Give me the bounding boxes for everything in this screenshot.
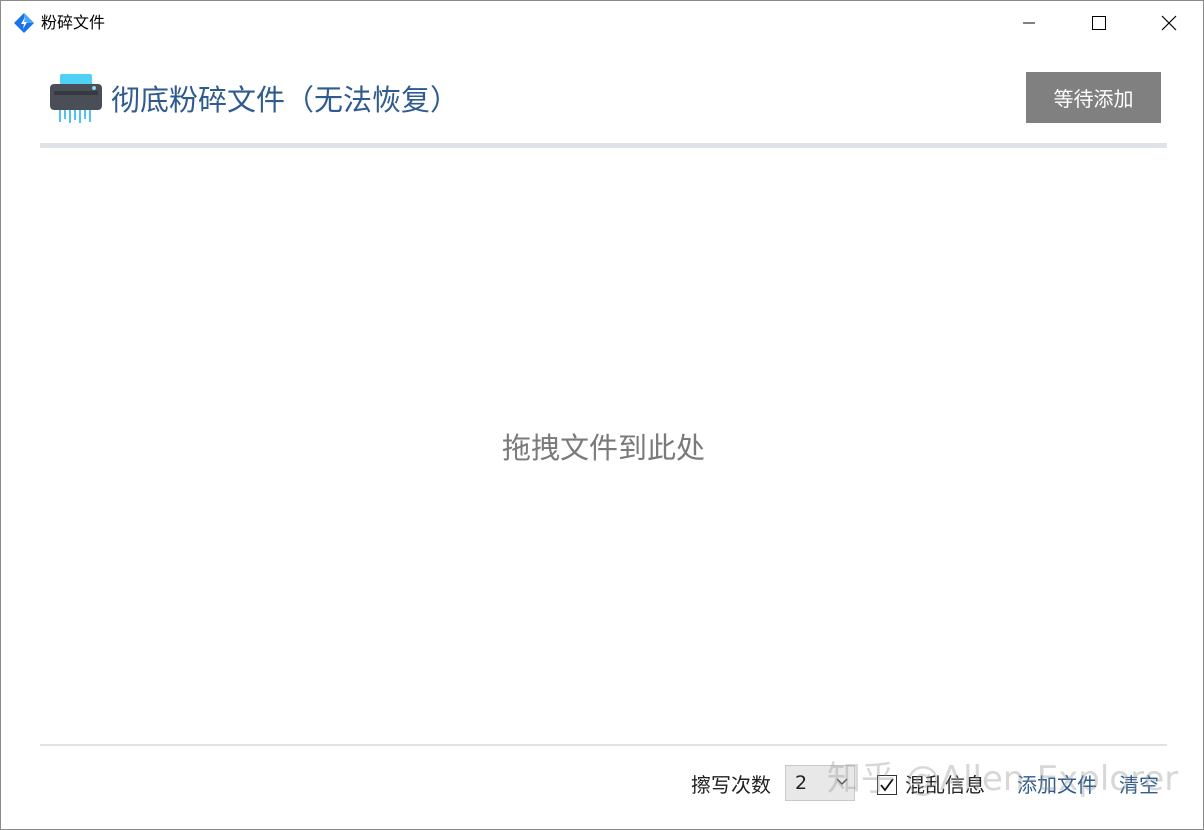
title-bar[interactable]: 粉碎文件 [1,1,1203,45]
overwrite-passes-value: 2 [795,772,808,794]
window-title: 粉碎文件 [41,13,106,32]
maximize-button[interactable] [1064,1,1134,45]
file-drop-zone[interactable]: 拖拽文件到此处 [40,148,1167,743]
chevron-down-icon [836,778,848,785]
scramble-label: 混乱信息 [905,773,985,797]
overwrite-passes-select[interactable]: 2 [785,765,855,801]
page-title: 彻底粉碎文件（无法恢复） [111,83,460,117]
shred-window: 粉碎文件 彻底粉碎文件（无法恢复） 等待添加 拖拽文件到此处 擦写次数 2 混乱… [0,0,1204,830]
close-button[interactable] [1134,1,1204,45]
clear-link[interactable]: 清空 [1119,771,1159,799]
add-file-link[interactable]: 添加文件 [1017,771,1097,799]
footer-divider [40,744,1167,746]
scramble-checkbox[interactable] [877,775,897,795]
overwrite-passes-label: 擦写次数 [691,773,771,797]
status-button[interactable]: 等待添加 [1026,72,1161,123]
checkmark-icon [880,778,894,792]
app-diamond-icon [14,13,34,33]
close-icon [1161,15,1177,31]
minimize-icon [1023,22,1035,24]
drop-hint: 拖拽文件到此处 [501,431,705,465]
footer-toolbar: 擦写次数 2 混乱信息 添加文件 清空 知乎 @Allen-Explorer [1,747,1203,829]
maximize-icon [1092,16,1106,30]
header: 彻底粉碎文件（无法恢复） 等待添加 [39,61,1167,141]
minimize-button[interactable] [994,1,1064,45]
shredder-icon [50,74,102,123]
